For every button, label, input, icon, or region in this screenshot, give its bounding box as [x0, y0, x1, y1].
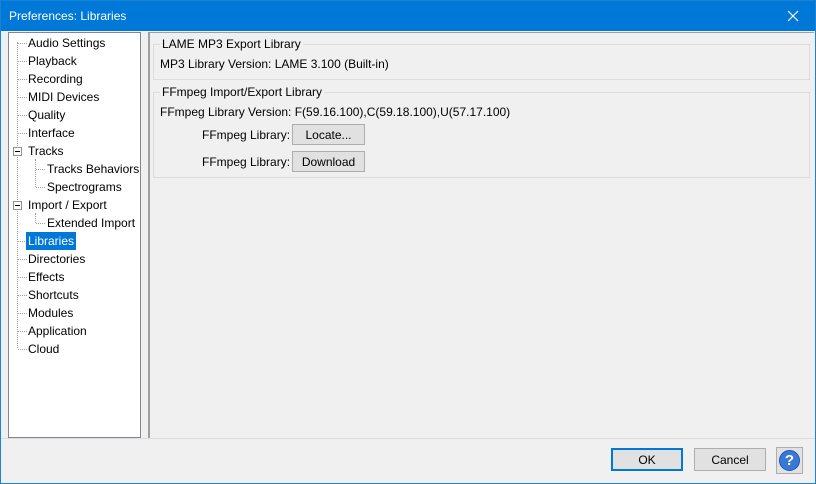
cancel-button[interactable]: Cancel	[694, 448, 766, 471]
tree-item-midi-devices[interactable]: MIDI Devices	[26, 88, 101, 106]
ffmpeg-group-title: FFmpeg Import/Export Library	[160, 85, 325, 99]
tree-item-effects[interactable]: Effects	[26, 268, 66, 286]
tree-line	[35, 159, 36, 187]
tree-line	[35, 213, 36, 223]
lame-group-title: LAME MP3 Export Library	[160, 37, 303, 51]
tree-item-interface[interactable]: Interface	[26, 124, 77, 142]
tree-line	[36, 169, 45, 170]
window-title: Preferences: Libraries	[9, 9, 127, 23]
ffmpeg-download-label: FFmpeg Library:	[202, 155, 291, 169]
tree-item-audio-settings[interactable]: Audio Settings	[26, 34, 107, 52]
ffmpeg-version-text: FFmpeg Library Version: F(59.16.100),C(5…	[160, 105, 511, 119]
ffmpeg-locate-label: FFmpeg Library:	[202, 128, 291, 142]
tree-item-libraries[interactable]: Libraries	[26, 232, 77, 250]
locate-button[interactable]: Locate...	[292, 124, 365, 145]
preferences-dialog: Preferences: Libraries Audio Settings Pl…	[0, 0, 816, 484]
category-tree[interactable]: Audio Settings Playback Recording MIDI D…	[8, 32, 141, 438]
tree-line	[36, 187, 45, 188]
tree-item-directories[interactable]: Directories	[26, 250, 87, 268]
tree-item-extended-import[interactable]: Extended Import	[45, 214, 137, 232]
tree-line	[36, 223, 45, 224]
title-bar[interactable]: Preferences: Libraries	[1, 1, 815, 31]
tree-item-spectrograms[interactable]: Spectrograms	[45, 178, 124, 196]
tree-item-shortcuts[interactable]: Shortcuts	[26, 286, 81, 304]
tree-item-recording[interactable]: Recording	[26, 70, 85, 88]
close-icon	[787, 10, 799, 22]
tree-item-tracks-behaviors[interactable]: Tracks Behaviors	[45, 160, 141, 178]
tree-item-modules[interactable]: Modules	[26, 304, 75, 322]
help-button[interactable]: ?	[776, 447, 803, 474]
ok-button[interactable]: OK	[611, 448, 683, 471]
tree-item-playback[interactable]: Playback	[26, 52, 79, 70]
tree-item-application[interactable]: Application	[26, 322, 89, 340]
help-icon: ?	[779, 450, 800, 471]
tree-item-quality[interactable]: Quality	[26, 106, 67, 124]
footer-separator	[1, 438, 815, 439]
collapse-tracks-icon[interactable]	[13, 147, 22, 156]
tree-line	[17, 42, 18, 348]
download-button[interactable]: Download	[292, 151, 365, 172]
libraries-panel: LAME MP3 Export Library MP3 Library Vers…	[148, 32, 814, 438]
lame-version-text: MP3 Library Version: LAME 3.100 (Built-i…	[160, 57, 389, 71]
tree-item-tracks[interactable]: Tracks	[26, 142, 66, 160]
tree-item-import-export[interactable]: Import / Export	[26, 196, 109, 214]
close-button[interactable]	[771, 1, 815, 31]
tree-item-cloud[interactable]: Cloud	[26, 340, 61, 358]
collapse-import-export-icon[interactable]	[13, 201, 22, 210]
